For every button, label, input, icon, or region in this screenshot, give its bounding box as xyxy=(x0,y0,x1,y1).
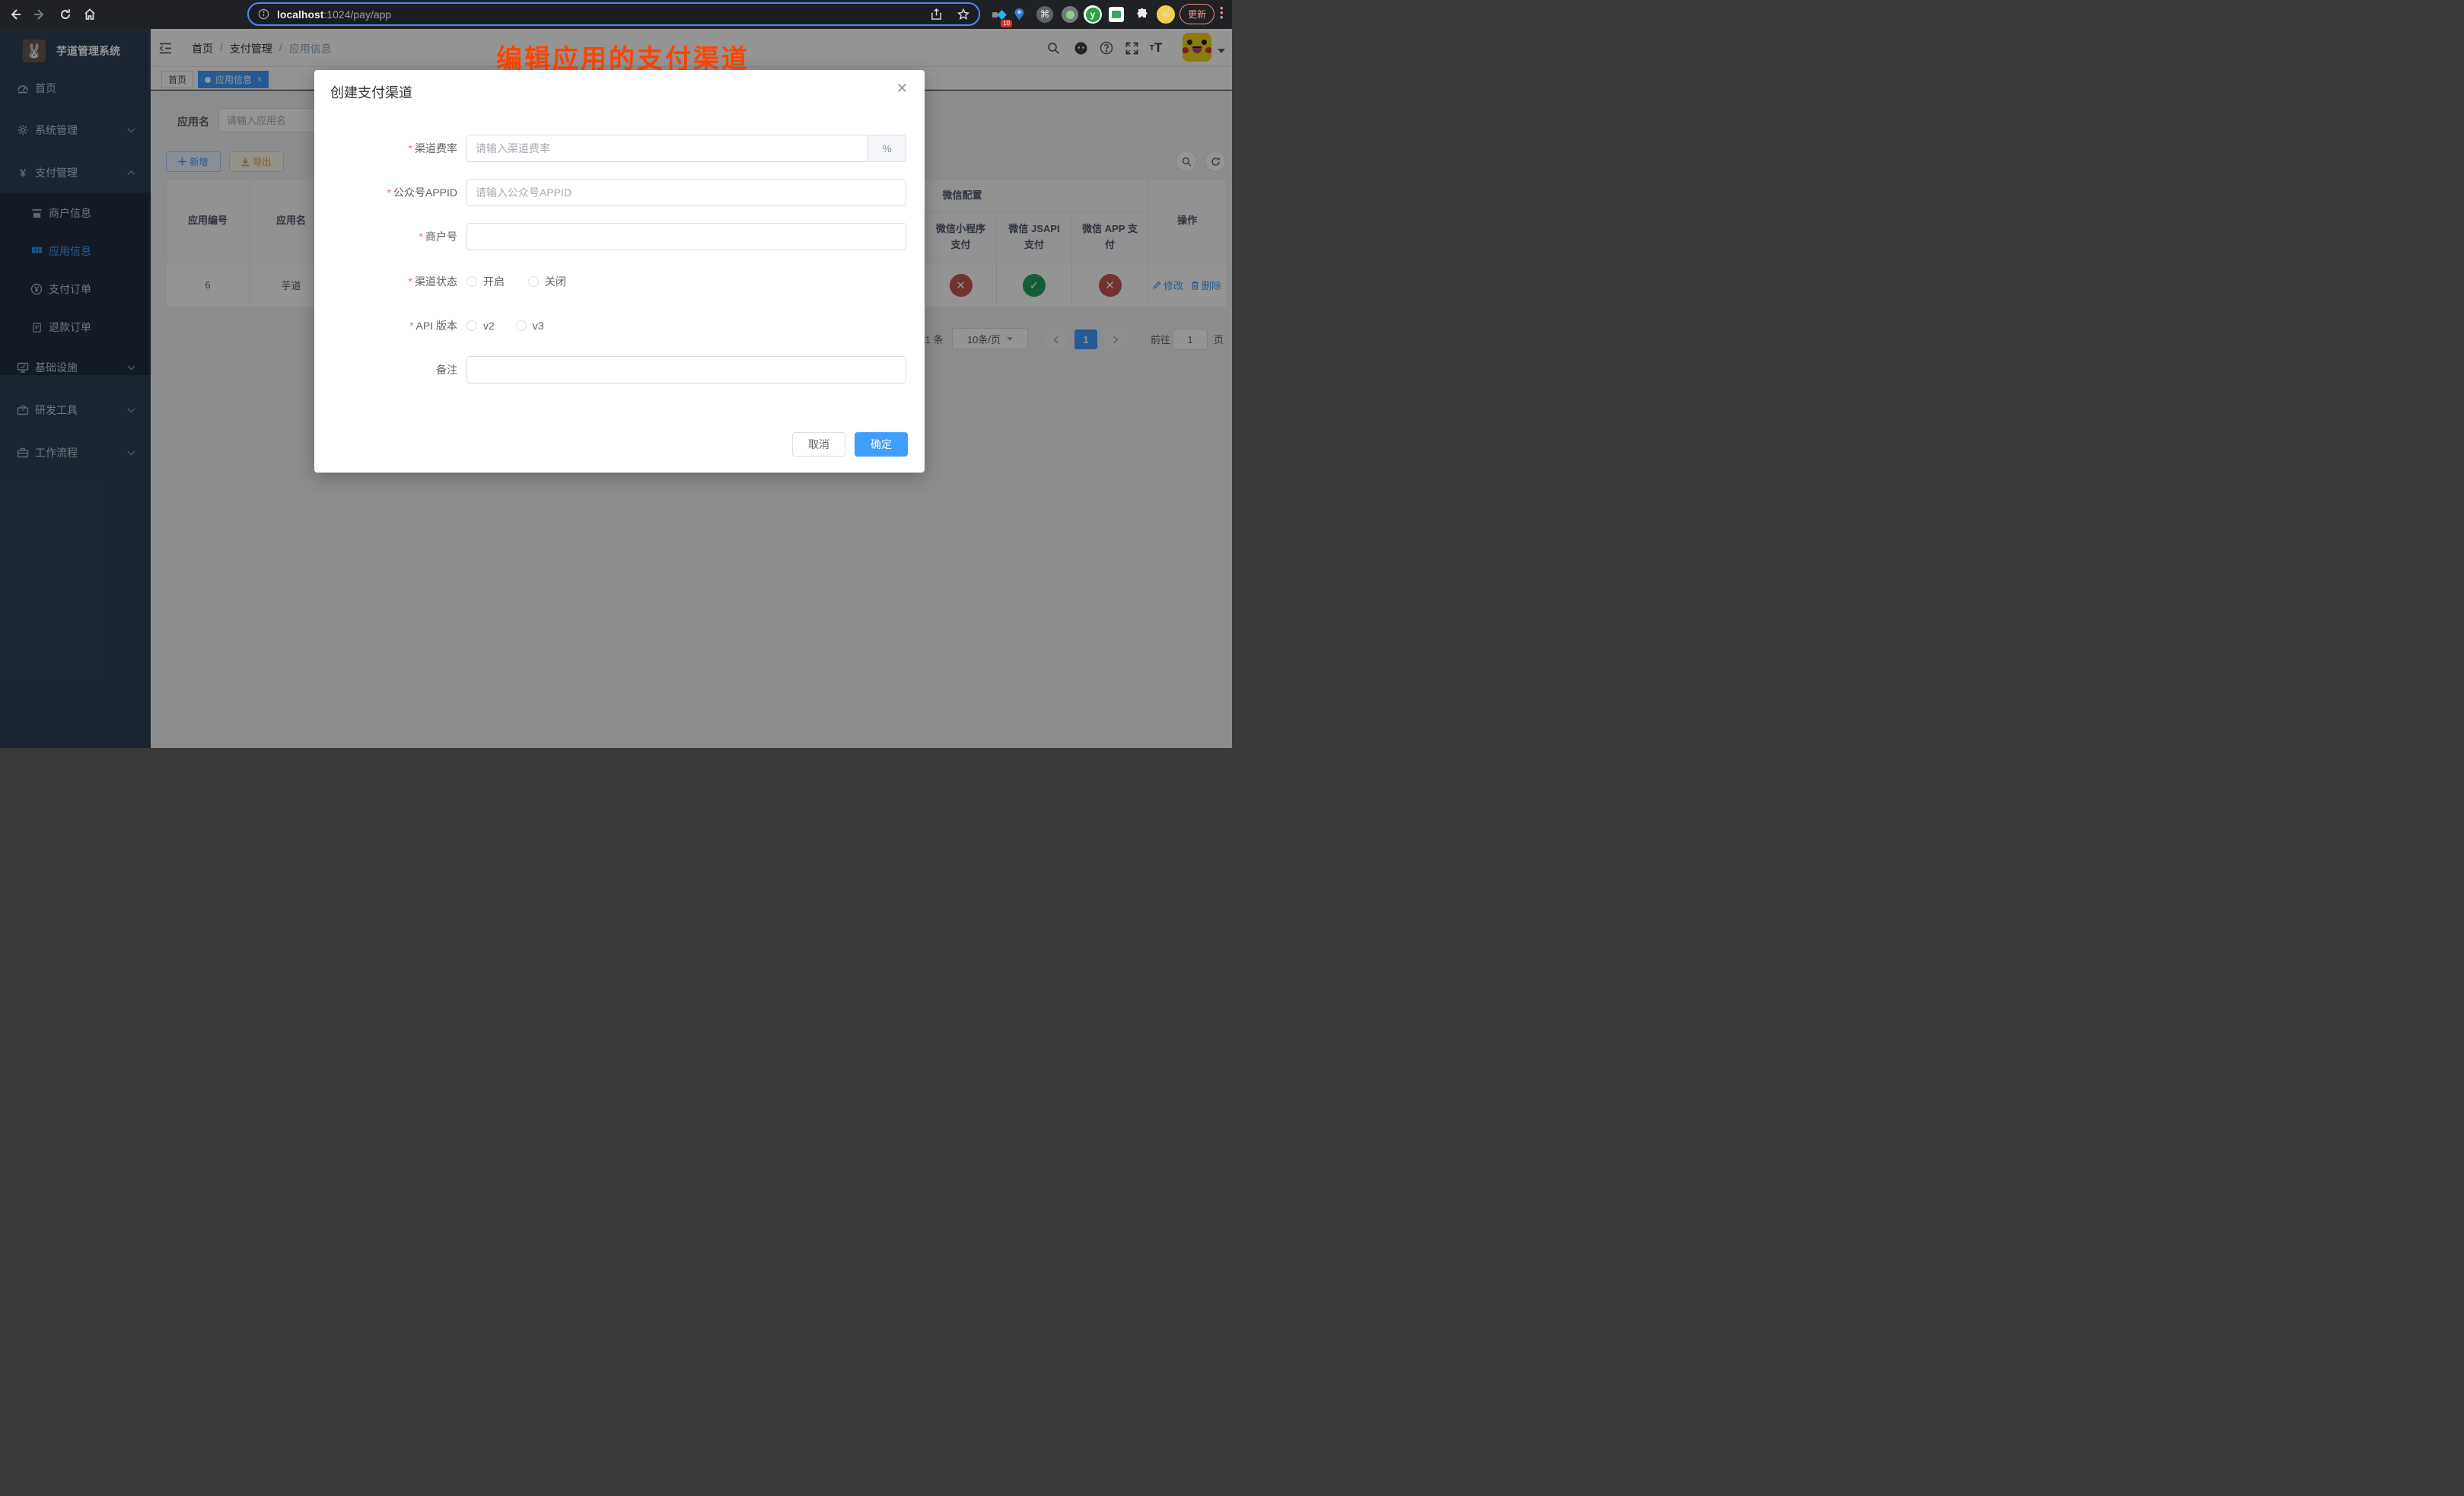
home-icon[interactable] xyxy=(81,5,99,24)
form-row-channel-status: *渠道状态 开启 关闭 xyxy=(314,268,925,295)
required-mark: * xyxy=(409,320,413,332)
browser-update-button[interactable]: 更新 xyxy=(1179,4,1214,24)
browser-toolbar: localhost:1024/pay/app 10 ⌘ y 😀 xyxy=(0,0,1232,29)
extension-dot-icon[interactable] xyxy=(1060,5,1080,24)
extension-y-icon[interactable]: y xyxy=(1083,5,1103,24)
extension-tagassist-icon[interactable]: 10 xyxy=(988,5,1008,24)
radio-status-open[interactable]: 开启 xyxy=(466,274,505,289)
extension-chat-icon[interactable] xyxy=(1106,5,1126,24)
form-row-remark: 备注 xyxy=(314,356,925,384)
radio-circle-icon xyxy=(466,276,477,287)
radio-api-v3[interactable]: v3 xyxy=(516,320,544,332)
field-label: *商户号 xyxy=(314,229,457,244)
form-row-channel-rate: *渠道费率 % xyxy=(314,135,925,162)
form-row-appid: *公众号APPID xyxy=(314,179,925,206)
radio-status-closed[interactable]: 关闭 xyxy=(528,274,566,289)
merchant-id-input[interactable] xyxy=(466,223,906,250)
field-label: *公众号APPID xyxy=(314,185,457,200)
confirm-button[interactable]: 确定 xyxy=(855,432,908,457)
profile-avatar[interactable]: 😀 xyxy=(1156,5,1176,24)
percent-append: % xyxy=(868,135,906,162)
address-bar[interactable]: localhost:1024/pay/app xyxy=(247,2,980,26)
extension-command-icon[interactable]: ⌘ xyxy=(1035,5,1055,24)
url-host: localhost xyxy=(277,8,323,21)
field-label: *渠道状态 xyxy=(314,274,457,289)
required-mark: * xyxy=(409,142,412,154)
browser-menu-icon[interactable]: ••• xyxy=(1220,6,1223,20)
create-payment-channel-dialog: 创建支付渠道 ✕ *渠道费率 % *公众号APPID *商户号 *渠道状态 开启 xyxy=(314,70,925,473)
official-account-appid-input[interactable] xyxy=(466,179,906,206)
reload-icon[interactable] xyxy=(56,5,75,24)
form-row-api-version: *API 版本 v2 v3 xyxy=(314,312,925,339)
required-mark: * xyxy=(409,275,412,288)
remark-input[interactable] xyxy=(466,356,906,384)
forward-icon[interactable] xyxy=(30,5,49,24)
required-mark: * xyxy=(419,231,423,243)
field-label: *渠道费率 xyxy=(314,141,457,156)
dialog-title: 创建支付渠道 xyxy=(330,82,412,102)
cancel-button[interactable]: 取消 xyxy=(792,432,845,457)
channel-rate-input[interactable] xyxy=(466,135,868,162)
url-path: :1024/pay/app xyxy=(323,8,391,21)
screen: localhost:1024/pay/app 10 ⌘ y 😀 xyxy=(0,0,1232,748)
form-row-merchant-id: *商户号 xyxy=(314,223,925,250)
dialog-footer: 取消 确定 xyxy=(792,432,908,457)
share-icon[interactable] xyxy=(931,8,942,21)
dialog-close-icon[interactable]: ✕ xyxy=(896,81,908,97)
required-mark: * xyxy=(387,186,391,199)
radio-circle-icon xyxy=(516,320,527,331)
radio-api-v2[interactable]: v2 xyxy=(466,320,495,332)
site-info-icon[interactable] xyxy=(258,8,269,20)
radio-circle-icon xyxy=(466,320,477,331)
field-label: *API 版本 xyxy=(314,318,457,333)
field-label: 备注 xyxy=(314,362,457,377)
radio-circle-icon xyxy=(528,276,539,287)
back-icon[interactable] xyxy=(6,5,24,24)
extension-pin-icon[interactable] xyxy=(1009,5,1029,24)
extensions-puzzle-icon[interactable] xyxy=(1132,5,1152,24)
bookmark-star-icon[interactable] xyxy=(957,8,969,21)
